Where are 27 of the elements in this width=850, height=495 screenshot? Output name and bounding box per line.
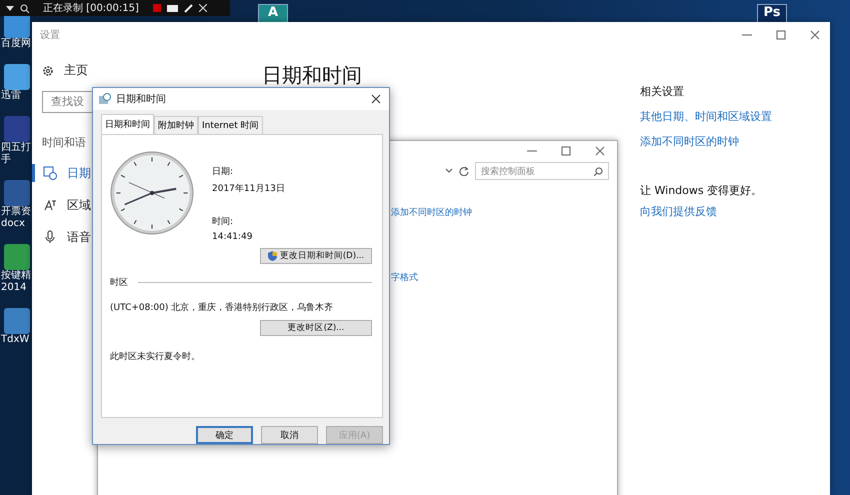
recording-status: 正在录制 [00:00:15] [43,2,139,15]
time-label: 时间: [212,216,234,228]
desktop-icon-label: 开票资 [0,206,31,218]
desktop-icon-label: 四五打 [0,142,31,154]
desktop-icon-label: 2014 [0,282,26,294]
section-heading: 相关设置 [640,84,685,99]
desktop-icon-label: 百度网 [0,38,31,50]
group-label: 时区 [110,276,128,289]
desktop-icon-label: TdxW [0,334,30,346]
section-heading: 时间和语 [42,135,87,150]
nav-label: 语音 [67,228,91,246]
date-value: 2017年11月13日 [212,182,286,195]
nav-label: 日期 [67,164,91,182]
dialog-title: 日期和时间 [116,92,167,106]
search-placeholder: 搜索控制面板 [481,166,535,178]
time-value: 14:41:49 [212,232,254,242]
nav-label: 区域 [67,196,91,214]
desktop-icon-label: docx [0,218,25,230]
page-heading: 日期和时间 [262,62,363,89]
desktop-icon-label: 手 [0,154,11,166]
dst-note: 此时区未实行夏令时。 [110,350,201,363]
timezone-text: (UTC+08:00) 北京，重庆，香港特别行政区，乌鲁木齐 [110,302,334,314]
desktop-icon-label: 迅雷 [0,90,21,102]
section-heading: 让 Windows 变得更好。 [640,183,764,198]
date-label: 日期: [212,166,234,178]
desktop-icon-label: 按键精 [0,270,31,282]
window-title: 设置 [40,28,60,42]
